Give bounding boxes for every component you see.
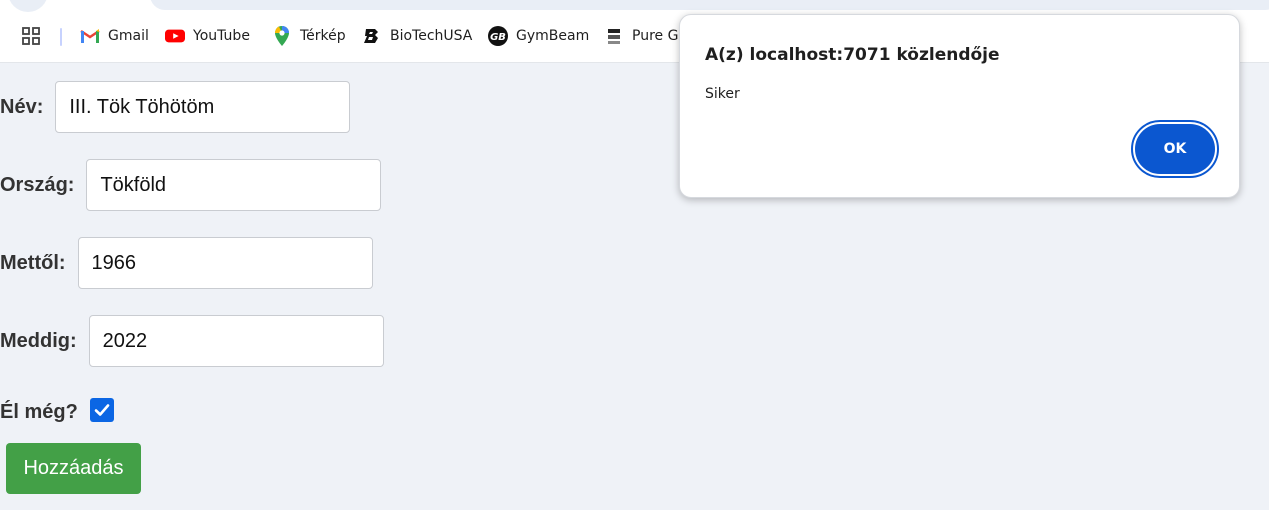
bookmark-label: Gmail bbox=[108, 28, 149, 44]
country-row: Ország: Tökföld bbox=[0, 159, 382, 211]
youtube-icon bbox=[165, 26, 185, 46]
to-label: Meddig: bbox=[0, 329, 77, 352]
bookmark-label: GymBeam bbox=[516, 28, 590, 44]
gymbeam-icon: GB bbox=[488, 26, 508, 46]
biotech-icon bbox=[362, 26, 382, 46]
alert-dialog: A(z) localhost:7071 közlendője Siker OK bbox=[679, 14, 1240, 198]
tab-button[interactable] bbox=[8, 0, 48, 12]
from-input[interactable]: 1966 bbox=[77, 237, 373, 289]
svg-text:GB: GB bbox=[490, 32, 506, 43]
gmail-icon bbox=[80, 26, 100, 46]
checkmark-icon bbox=[94, 403, 110, 416]
apps-button[interactable] bbox=[21, 24, 49, 48]
bookmark-label: Térkép bbox=[300, 28, 346, 44]
country-input[interactable]: Tökföld bbox=[86, 159, 382, 211]
alive-label: Él még? bbox=[0, 401, 78, 423]
alive-row: Él még? bbox=[0, 395, 114, 424]
ok-button-focus-ring: OK bbox=[1131, 120, 1219, 178]
bookmark-puregold[interactable]: Pure Go bbox=[604, 24, 687, 48]
bookmark-label: BioTechUSA bbox=[390, 28, 473, 44]
bookmark-maps[interactable]: Térkép bbox=[272, 24, 346, 48]
country-value: Tökföld bbox=[100, 173, 167, 196]
bookmark-biotechusa[interactable]: BioTechUSA bbox=[362, 24, 472, 48]
bookmark-gmail[interactable]: Gmail bbox=[80, 24, 149, 48]
apps-grid-icon bbox=[21, 26, 41, 46]
country-label: Ország: bbox=[0, 173, 75, 196]
name-label: Név: bbox=[0, 95, 44, 118]
bookmark-label: YouTube bbox=[193, 28, 250, 44]
from-value: 1966 bbox=[91, 251, 137, 274]
to-row: Meddig: 2022 bbox=[0, 315, 384, 367]
to-input[interactable]: 2022 bbox=[88, 315, 384, 367]
dialog-message: Siker bbox=[705, 86, 740, 102]
bookmark-gymbeam[interactable]: GB GymBeam bbox=[488, 24, 589, 48]
alive-checkbox[interactable] bbox=[89, 397, 114, 422]
address-bar[interactable] bbox=[150, 0, 1269, 10]
name-value: III. Tök Töhötöm bbox=[69, 95, 215, 118]
ok-button[interactable]: OK bbox=[1135, 124, 1215, 174]
to-value: 2022 bbox=[102, 329, 148, 352]
bookmarks-separator bbox=[60, 28, 62, 46]
name-row: Név: III. Tök Töhötöm bbox=[0, 81, 351, 133]
maps-pin-icon bbox=[272, 26, 292, 46]
add-button[interactable]: Hozzáadás bbox=[6, 443, 141, 494]
bookmark-youtube[interactable]: YouTube bbox=[165, 24, 250, 48]
from-row: Mettől: 1966 bbox=[0, 237, 373, 289]
from-label: Mettől: bbox=[0, 251, 66, 274]
name-input[interactable]: III. Tök Töhötöm bbox=[55, 81, 351, 133]
puregold-icon bbox=[604, 26, 624, 46]
browser-tab-strip bbox=[0, 0, 1269, 12]
dialog-title: A(z) localhost:7071 közlendője bbox=[705, 45, 1000, 65]
